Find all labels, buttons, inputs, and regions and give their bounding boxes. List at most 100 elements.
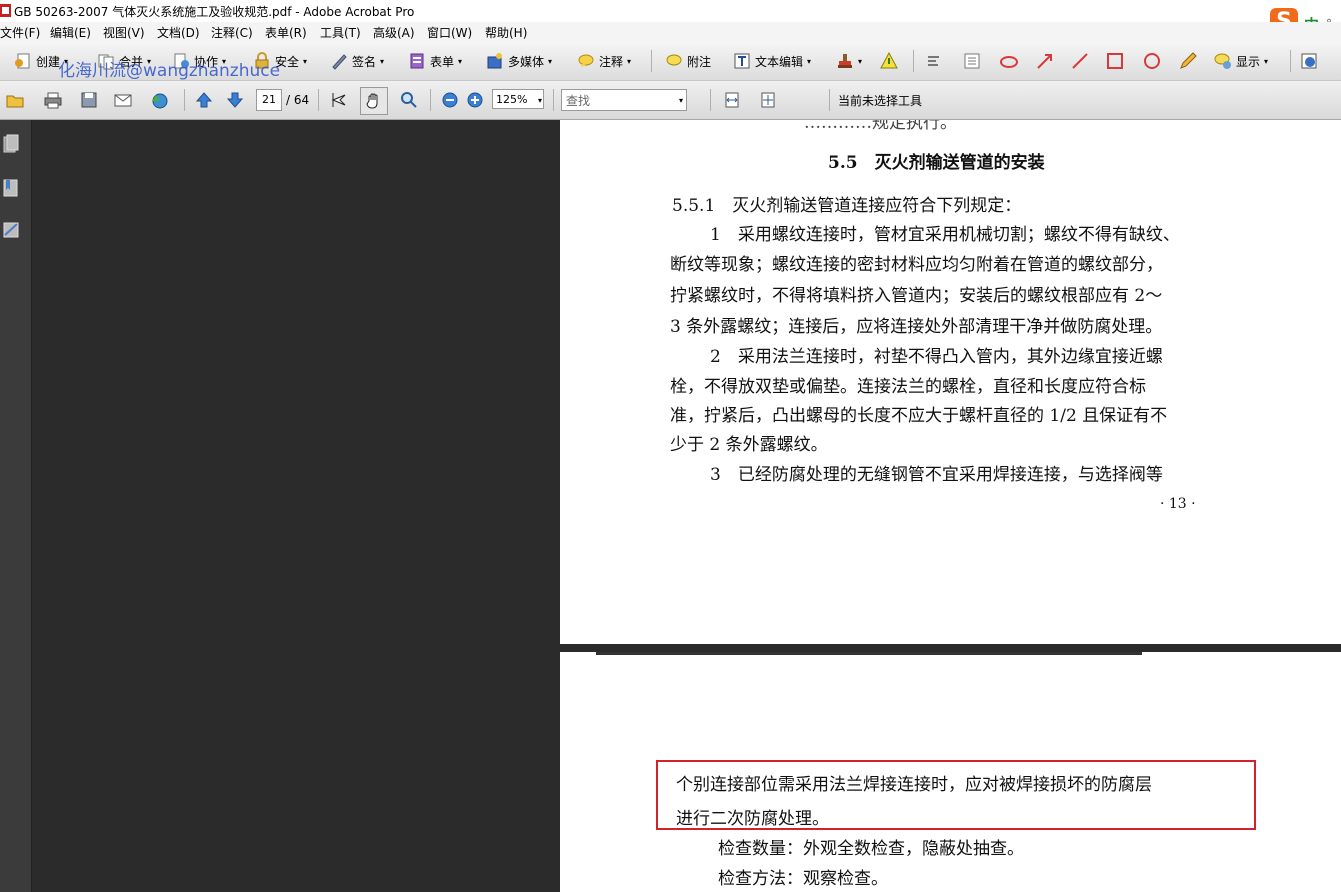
text-tool-button[interactable]	[926, 50, 944, 72]
toolbar-divider	[710, 89, 711, 111]
info-icon	[1301, 53, 1317, 69]
sign-button[interactable]: 签名 ▾	[330, 50, 384, 72]
arrow-up-icon	[195, 92, 213, 108]
chevron-down-icon: ▾	[538, 95, 543, 105]
stamp-icon	[838, 54, 852, 68]
upload-button[interactable]	[150, 89, 168, 111]
cursor-icon	[331, 93, 346, 107]
text-box-button[interactable]	[963, 50, 981, 72]
show-button[interactable]: 显示 ▾	[1214, 50, 1268, 72]
zoom-level-select[interactable]: 125%	[492, 89, 544, 109]
body-line: 1 采用螺纹连接时，管材宜采用机械切割；螺纹不得有缺纹、	[710, 225, 1180, 245]
find-input[interactable]: 查找	[561, 89, 687, 111]
menu-file[interactable]: 文件(F)	[0, 24, 40, 41]
cloud-icon	[1000, 56, 1018, 68]
chevron-down-icon: ▾	[679, 95, 684, 105]
forms-button[interactable]: 表单 ▾	[408, 50, 462, 72]
menu-bar: 文件(F) 编辑(E) 视图(V) 文档(D) 注释(C) 表单(R) 工具(T…	[0, 22, 1341, 42]
menu-comments[interactable]: 注释(C)	[211, 24, 253, 41]
document-page-13: …………规定执行。 5.5 灭火剂输送管道的安装 5.5.1 灭火剂输送管道连接…	[560, 120, 1341, 644]
zoom-tool-button[interactable]	[400, 89, 418, 111]
fit-page-button[interactable]	[759, 89, 777, 111]
text-edit-label: 文本编辑	[755, 54, 804, 69]
section-heading: 5.5 灭火剂输送管道的安装	[828, 153, 1045, 173]
previous-page-button[interactable]	[195, 89, 213, 111]
sticky-note-button[interactable]: 附注	[665, 50, 711, 72]
next-page-button[interactable]	[226, 89, 244, 111]
note-label: 附注	[687, 54, 712, 69]
oval-icon	[1144, 53, 1160, 69]
forms-label: 表单	[430, 54, 455, 69]
toolbar-divider	[829, 89, 830, 111]
multimedia-button[interactable]: 多媒体 ▾	[486, 50, 552, 72]
email-button[interactable]	[114, 89, 132, 111]
print-button[interactable]	[44, 89, 62, 111]
task-toolbar: 创建 ▾ 合并 ▾ 协作 ▾ 安全 ▾ 签名 ▾ 表单 ▾ 多媒体 ▾ 注释 ▾ 附注 文本编辑…	[0, 42, 1341, 81]
text-tool-icon	[928, 56, 939, 66]
zoom-dropdown-button[interactable]: ▾	[538, 89, 542, 111]
page-number-input[interactable]: 21	[256, 89, 282, 111]
save-button[interactable]	[80, 89, 98, 111]
show-label: 显示	[1236, 54, 1261, 69]
highlight-line: 个别连接部位需采用法兰焊接连接时，应对被焊接损坏的防腐层	[676, 775, 1152, 795]
toolbar-divider	[913, 50, 914, 72]
pen-icon	[332, 54, 347, 70]
comment-button[interactable]: 注释 ▾	[577, 50, 631, 72]
zoom-in-button[interactable]	[466, 89, 484, 111]
multimedia-icon	[487, 53, 502, 69]
find-options-button[interactable]: ▾	[679, 89, 683, 111]
fit-width-button[interactable]	[723, 89, 741, 111]
page-total-label: / 64	[286, 93, 310, 107]
globe-icon	[152, 93, 168, 109]
menu-help[interactable]: 帮助(H)	[485, 24, 527, 41]
open-button[interactable]	[6, 89, 24, 111]
menu-edit[interactable]: 编辑(E)	[50, 24, 91, 41]
comment-icon	[578, 54, 594, 68]
menu-advanced[interactable]: 高级(A)	[373, 24, 415, 41]
arrow-tool-button[interactable]	[1036, 50, 1054, 72]
bookmarks-icon[interactable]	[2, 178, 20, 198]
body-line: 3 已经防腐处理的无缝钢管不宜采用焊接连接，与选择阀等	[710, 465, 1163, 485]
line-tool-button[interactable]	[1071, 50, 1089, 72]
multimedia-label: 多媒体	[508, 54, 545, 69]
rectangle-tool-button[interactable]	[1106, 50, 1124, 72]
line-icon	[1072, 53, 1088, 69]
highlight-line: 进行二次防腐处理。	[676, 809, 829, 829]
body-line: 准，拧紧后，凸出螺母的长度不应大于螺杆直径的 1/2 且保证有不	[670, 406, 1168, 426]
menu-forms[interactable]: 表单(R)	[265, 24, 307, 41]
menu-view[interactable]: 视图(V)	[103, 24, 145, 41]
stamp-button[interactable]: ▾	[836, 50, 862, 72]
sign-label: 签名	[352, 54, 377, 69]
watermark-overlay: 化海川流@wangzhanzhuce	[58, 61, 281, 81]
folder-icon	[6, 95, 24, 108]
page-total: / 64	[286, 89, 309, 111]
cut-off-line: …………规定执行。	[804, 120, 957, 133]
clause-heading: 5.5.1 灭火剂输送管道连接应符合下列规定：	[672, 196, 1022, 216]
menu-tools[interactable]: 工具(T)	[320, 24, 361, 41]
zoom-out-button[interactable]	[441, 89, 459, 111]
info-button[interactable]	[1300, 50, 1318, 72]
toolbar-divider	[1290, 50, 1291, 72]
status-text: 当前未选择工具	[838, 89, 922, 111]
navigation-panel	[0, 120, 32, 892]
pages-icon[interactable]	[2, 134, 20, 154]
navigation-toolbar: 21 / 64 125% ▾ 查找 ▾ 当前未选择工具	[0, 81, 1341, 120]
hand-tool-button[interactable]	[360, 87, 388, 115]
pencil-tool-button[interactable]	[1179, 50, 1197, 72]
highlight-text-button[interactable]	[880, 50, 898, 72]
show-comments-icon	[1214, 53, 1231, 69]
body-line: 拧紧螺纹时，不得将填料挤入管道内；安装后的螺纹根部应有 2～	[670, 286, 1163, 306]
menu-window[interactable]: 窗口(W)	[427, 24, 472, 41]
menu-document[interactable]: 文档(D)	[157, 24, 200, 41]
cloud-tool-button[interactable]	[1000, 50, 1018, 72]
window-title: GB 50263-2007 气体灭火系统施工及验收规范.pdf - Adobe …	[14, 5, 415, 19]
signatures-icon[interactable]	[2, 220, 20, 240]
zoom-in-icon	[467, 92, 483, 108]
toolbar-divider	[651, 50, 652, 72]
oval-tool-button[interactable]	[1143, 50, 1161, 72]
comment-label: 注释	[599, 54, 624, 69]
check-quantity-line: 检查数量：外观全数检查，隐蔽处抽查。	[718, 839, 1024, 859]
text-edit-button[interactable]: 文本编辑 ▾	[733, 50, 811, 72]
title-bar: GB 50263-2007 气体灭火系统施工及验收规范.pdf - Adobe …	[0, 0, 1341, 22]
select-tool-button[interactable]	[330, 89, 348, 111]
